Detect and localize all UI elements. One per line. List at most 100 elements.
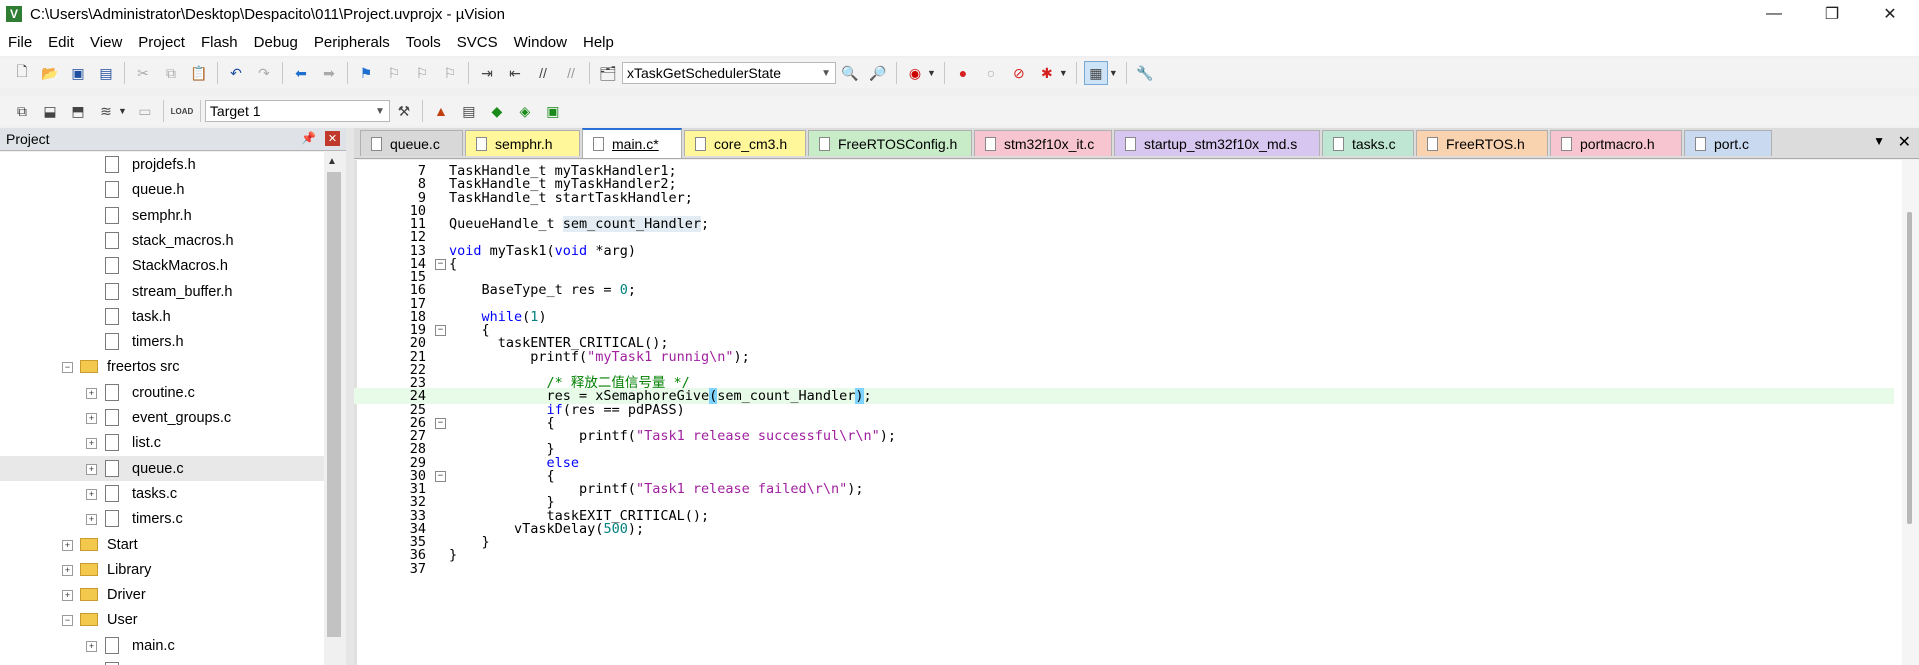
close-tab-icon[interactable]: ✕ [1898,132,1911,152]
debug-session-icon[interactable]: ◉ [904,62,926,84]
tree-item[interactable]: task.h [0,304,324,329]
collapse-icon[interactable]: − [62,615,73,626]
indent-icon[interactable]: ⇥ [476,62,498,84]
menu-item-view[interactable]: View [82,34,130,51]
tab-tasks-c[interactable]: tasks.c [1322,130,1414,156]
next-bookmark-icon[interactable]: ⚐ [411,62,433,84]
undo-icon[interactable]: ↶ [225,62,247,84]
editor-scrollbar[interactable] [1902,160,1919,665]
target-combo[interactable]: Target 1 ▼ [204,100,390,122]
tab-port-c[interactable]: port.c [1684,130,1772,156]
batch-build-icon[interactable]: ≋ [95,100,117,122]
expand-icon[interactable]: + [86,489,97,500]
expand-icon[interactable]: + [86,641,97,652]
chevron-down-icon[interactable]: ▼ [821,68,831,79]
save-all-icon[interactable]: ▤ [95,62,117,84]
tree-item[interactable]: stack_macros.h [0,228,324,253]
find-combo[interactable]: xTaskGetSchedulerState ▼ [622,62,836,84]
tree-item[interactable]: + event_groups.c [0,405,324,430]
clear-bookmarks-icon[interactable]: ⚐ [439,62,461,84]
expand-icon[interactable]: + [86,388,97,399]
code-editor[interactable]: 7 TaskHandle_t myTaskHandler1; 8 TaskHandle… [354,160,1919,665]
paste-icon[interactable]: 📋 [188,62,210,84]
pack-installer-icon[interactable]: ◈ [514,100,536,122]
scroll-thumb[interactable] [327,172,341,637]
enable-breakpoint-icon[interactable]: ○ [980,62,1002,84]
menu-item-tools[interactable]: Tools [398,34,449,51]
tree-item[interactable]: + queue.c [0,456,324,481]
menu-item-flash[interactable]: Flash [193,34,246,51]
window-layout-icon[interactable]: ▦ [1083,61,1108,85]
maximize-button[interactable]: ❐ [1803,0,1861,28]
tree-item[interactable]: StackMacros.h [0,253,324,278]
find-in-files-icon[interactable]: 🗂 [597,62,619,84]
uncomment-icon[interactable]: // [560,62,582,84]
pin-icon[interactable]: 📌 [301,131,316,145]
translate-icon[interactable]: ⧉ [11,100,33,122]
tree-item[interactable]: + list.c [0,430,324,455]
copy-icon[interactable]: ⧉ [160,62,182,84]
collapse-icon[interactable]: − [62,362,73,373]
tree-item[interactable]: stream_buffer.h [0,279,324,304]
minimize-button[interactable]: — [1745,0,1803,28]
manage-components-icon[interactable]: ▤ [458,100,480,122]
expand-icon[interactable]: + [62,590,73,601]
navigate-back-icon[interactable]: ⬅ [290,62,312,84]
disable-breakpoints-icon[interactable]: ⊘ [1008,62,1030,84]
chevron-down-icon[interactable]: ▼ [375,106,385,117]
comment-icon[interactable]: // [532,62,554,84]
tree-item[interactable]: + Driver [0,582,324,607]
tree-item[interactable]: − User [0,607,324,632]
tab-queue-c[interactable]: queue.c [360,130,463,156]
project-scrollbar[interactable]: ▲ [324,152,344,665]
manage-project-items-icon[interactable]: ▲ [430,100,452,122]
tree-item[interactable]: + main.c [0,633,324,658]
tab-list-icon[interactable]: ▼ [1873,134,1885,148]
prev-bookmark-icon[interactable]: ⚐ [383,62,405,84]
tree-item[interactable]: + timers.c [0,506,324,531]
expand-icon[interactable]: + [62,565,73,576]
tab-core-cm3-h[interactable]: core_cm3.h [684,130,806,156]
tree-item[interactable]: + Library [0,557,324,582]
new-file-icon[interactable]: 🗋 [11,62,33,84]
panel-splitter[interactable] [346,128,354,665]
find-icon[interactable]: 🔍 [839,62,861,84]
tree-item[interactable]: semphr.h [0,203,324,228]
tab-freertos-h[interactable]: FreeRTOS.h [1416,130,1548,156]
expand-icon[interactable]: + [86,464,97,475]
chevron-down-icon[interactable]: ▼ [1059,68,1068,78]
tree-item[interactable]: + tasks.c [0,481,324,506]
navigate-forward-icon[interactable]: ➡ [318,62,340,84]
menu-item-edit[interactable]: Edit [40,34,82,51]
open-file-icon[interactable]: 📂 [39,62,61,84]
close-button[interactable]: ✕ [1861,0,1919,28]
tab-freertosconfig-h[interactable]: FreeRTOSConfig.h [808,130,972,156]
expand-icon[interactable]: + [62,540,73,551]
download-icon[interactable]: LOAD [171,100,194,122]
tab-semphr-h[interactable]: semphr.h [465,130,580,156]
tree-item[interactable] [0,658,324,665]
close-panel-icon[interactable]: ✕ [325,131,340,146]
menu-item-help[interactable]: Help [575,34,622,51]
tree-item[interactable]: + Start [0,532,324,557]
menu-item-project[interactable]: Project [130,34,193,51]
menu-item-peripherals[interactable]: Peripherals [306,34,398,51]
expand-icon[interactable]: + [86,514,97,525]
chevron-down-icon[interactable]: ▼ [118,106,127,116]
code-line[interactable]: 37 [354,561,1894,577]
tab-startup-stm32f10x-md-s[interactable]: startup_stm32f10x_md.s [1114,130,1320,156]
expand-icon[interactable]: + [86,438,97,449]
build-icon[interactable]: ⬓ [39,100,61,122]
kill-breakpoints-icon[interactable]: ✱ [1036,62,1058,84]
tree-item[interactable]: queue.h [0,177,324,202]
tree-item[interactable]: timers.h [0,329,324,354]
incremental-find-icon[interactable]: 🔎 [867,62,889,84]
chevron-down-icon[interactable]: ▼ [1109,68,1118,78]
redo-icon[interactable]: ↷ [253,62,275,84]
insert-breakpoint-icon[interactable]: ● [952,62,974,84]
cut-icon[interactable]: ✂ [132,62,154,84]
configure-icon[interactable]: 🔧 [1134,62,1156,84]
tree-item[interactable]: − freertos src [0,354,324,379]
expand-icon[interactable]: + [86,413,97,424]
menu-item-window[interactable]: Window [506,34,575,51]
